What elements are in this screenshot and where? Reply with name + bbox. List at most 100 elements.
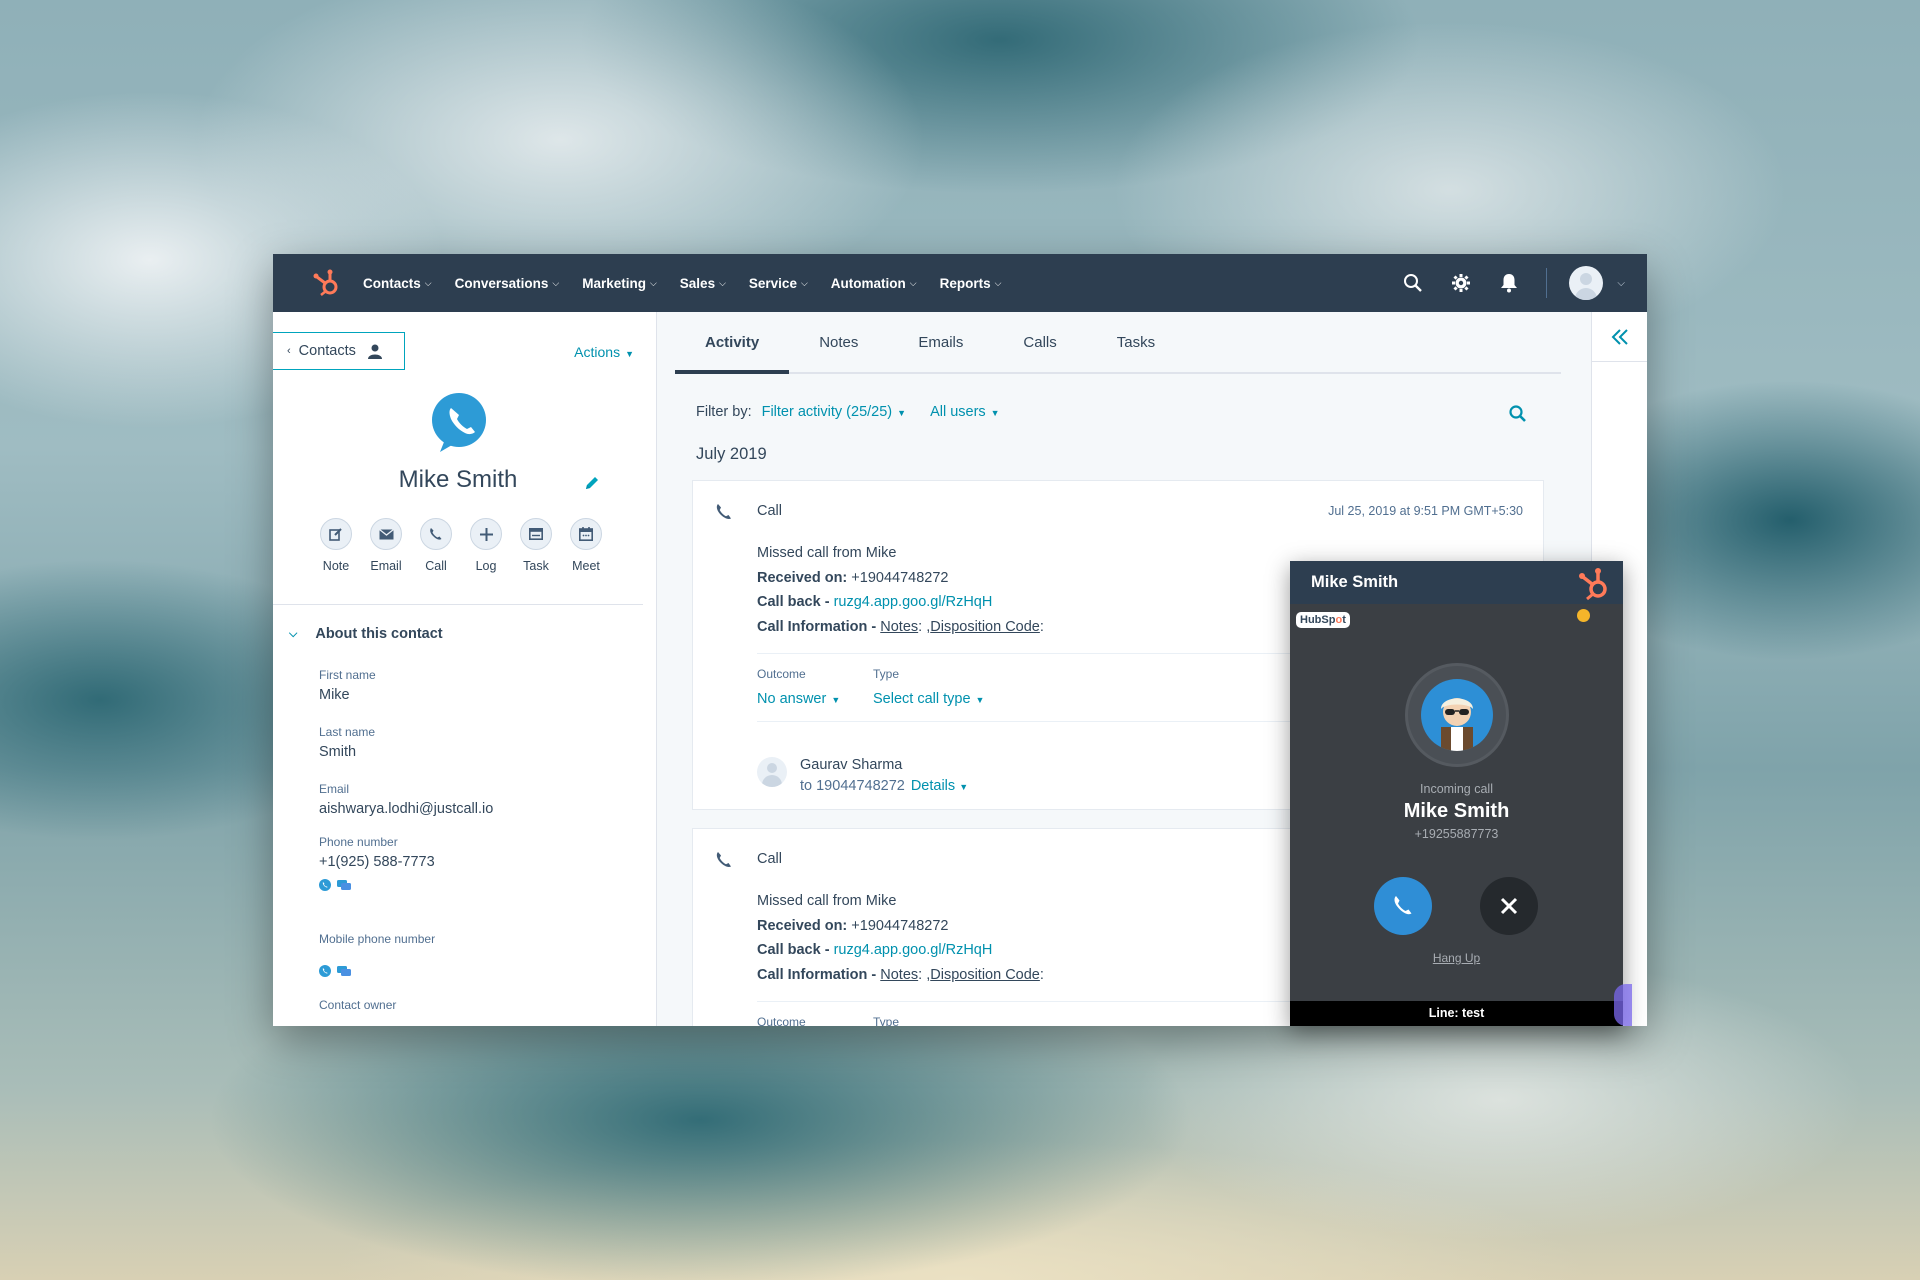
contact-owner-property[interactable]: Contact owner bbox=[319, 998, 396, 1012]
tab-tasks[interactable]: Tasks bbox=[1087, 312, 1185, 372]
task-action-button[interactable]: Task bbox=[511, 518, 561, 573]
received-on-value: +19044748272 bbox=[851, 917, 949, 934]
call-action-button[interactable]: Call bbox=[411, 518, 461, 573]
actions-dropdown[interactable]: Actions ▼ bbox=[574, 344, 634, 360]
log-action-button[interactable]: Log bbox=[461, 518, 511, 573]
nav-marketing[interactable]: Marketing ⌵ bbox=[582, 276, 657, 291]
missed-call-text: Missed call from Mike bbox=[757, 893, 897, 909]
meet-action-button[interactable]: Meet bbox=[561, 518, 611, 573]
nav-reports[interactable]: Reports ⌵ bbox=[940, 276, 1002, 291]
month-heading: July 2019 bbox=[696, 445, 767, 463]
nav-contacts-label: Contacts bbox=[363, 275, 421, 291]
sms-integration-icon[interactable] bbox=[337, 878, 351, 890]
tab-calls[interactable]: Calls bbox=[993, 312, 1086, 372]
mobile-phone-label: Mobile phone number bbox=[319, 932, 436, 946]
pencil-icon[interactable] bbox=[583, 474, 601, 492]
outcome-label: Outcome bbox=[757, 667, 806, 681]
sms-integration-icon[interactable] bbox=[337, 964, 351, 976]
call-integration-icon[interactable] bbox=[319, 964, 331, 977]
activity-type: Call bbox=[757, 503, 782, 519]
nav-marketing-label: Marketing bbox=[582, 275, 646, 291]
task-action-label: Task bbox=[523, 559, 549, 573]
collapse-sidebar-button[interactable] bbox=[1592, 312, 1647, 362]
outcome-dropdown[interactable]: No answer ▼ bbox=[757, 691, 840, 707]
call-back-link[interactable]: ruzg4.app.goo.gl/RzHqH bbox=[834, 942, 993, 958]
badge-prefix: HubSp bbox=[1300, 614, 1336, 626]
chat-widget-edge[interactable] bbox=[1614, 984, 1632, 1026]
tab-activity[interactable]: Activity bbox=[675, 312, 790, 374]
about-contact-toggle[interactable]: ⌵ About this contact bbox=[289, 626, 443, 642]
call-recipient: to 19044748272 bbox=[800, 778, 905, 794]
nav-automation[interactable]: Automation ⌵ bbox=[831, 276, 917, 291]
caret-down-icon: ▼ bbox=[831, 695, 841, 705]
answer-call-button[interactable] bbox=[1374, 877, 1432, 935]
nav-sales[interactable]: Sales ⌵ bbox=[680, 276, 726, 291]
phone-label: Phone number bbox=[319, 835, 398, 849]
nav-automation-label: Automation bbox=[830, 275, 906, 291]
double-chevron-left-icon bbox=[1611, 328, 1628, 345]
received-on-line: Received on: +19044748272 bbox=[757, 914, 1044, 939]
notes-link[interactable]: Notes bbox=[880, 619, 918, 635]
email-value: aishwarya.lodhi@justcall.io bbox=[319, 801, 494, 817]
filter-activity-dropdown[interactable]: Filter activity (25/25) ▼ bbox=[762, 404, 906, 420]
email-action-button[interactable]: Email bbox=[361, 518, 411, 573]
phone-icon bbox=[1394, 896, 1412, 915]
disposition-code-link[interactable]: Disposition Code bbox=[930, 619, 1040, 635]
caller-avatar-icon bbox=[1441, 698, 1473, 751]
nav-service-label: Service bbox=[748, 275, 797, 291]
call-back-link[interactable]: ruzg4.app.goo.gl/RzHqH bbox=[834, 594, 993, 610]
search-icon[interactable] bbox=[1508, 404, 1528, 424]
line-status-bar: Line: test bbox=[1290, 1001, 1623, 1026]
nav-reports-label: Reports bbox=[939, 275, 991, 291]
call-info-line: Call Information - Notes: ,Disposition C… bbox=[757, 963, 1044, 988]
received-on-label: Received on: bbox=[757, 917, 848, 934]
decline-call-button[interactable] bbox=[1480, 877, 1538, 935]
call-back-line: Call back - ruzg4.app.goo.gl/RzHqH bbox=[757, 590, 1044, 615]
first-name-property[interactable]: First name Mike bbox=[319, 668, 376, 703]
hang-up-link[interactable]: Hang Up bbox=[1290, 951, 1623, 965]
nav-divider bbox=[1546, 268, 1548, 298]
hubspot-badge: HubSpot bbox=[1296, 612, 1350, 628]
received-on-line: Received on: +19044748272 bbox=[757, 566, 1044, 591]
tab-emails[interactable]: Emails bbox=[888, 312, 993, 372]
details-label: Details bbox=[910, 778, 956, 794]
disposition-code-link[interactable]: Disposition Code bbox=[930, 967, 1040, 983]
call-back-label: Call back - bbox=[757, 942, 830, 958]
nav-conversations[interactable]: Conversations ⌵ bbox=[455, 276, 560, 291]
call-type-dropdown[interactable]: Select call type ▼ bbox=[873, 691, 984, 707]
gear-icon[interactable] bbox=[1450, 272, 1472, 294]
mobile-phone-property[interactable]: Mobile phone number bbox=[319, 932, 436, 977]
nav-service[interactable]: Service ⌵ bbox=[749, 276, 808, 291]
note-action-button[interactable]: Note bbox=[311, 518, 361, 573]
contact-avatar-phone-icon bbox=[432, 393, 486, 452]
chevron-down-icon[interactable]: ⌵ bbox=[1617, 278, 1625, 289]
caret-down-icon: ▼ bbox=[959, 782, 969, 792]
call-details: Missed call from Mike Received on: +1904… bbox=[757, 889, 1044, 987]
notes-link[interactable]: Notes bbox=[880, 967, 918, 983]
caller-avatar-image bbox=[1421, 679, 1493, 751]
user-avatar[interactable] bbox=[1569, 266, 1604, 300]
email-property[interactable]: Email aishwarya.lodhi@justcall.io bbox=[319, 782, 493, 817]
dialer-header-name: Mike Smith bbox=[1311, 573, 1399, 591]
dialer-header: Mike Smith bbox=[1290, 561, 1623, 604]
phone-property[interactable]: Phone number +1(925) 588-7773 bbox=[319, 835, 435, 891]
last-name-value: Smith bbox=[319, 744, 357, 760]
filter-label: Filter by: bbox=[696, 404, 752, 420]
chevron-down-icon: ⌵ bbox=[424, 277, 432, 288]
hubspot-logo-icon[interactable] bbox=[311, 268, 341, 298]
nav-sales-label: Sales bbox=[679, 275, 716, 291]
last-name-property[interactable]: Last name Smith bbox=[319, 725, 375, 760]
call-type-value: Select call type bbox=[873, 691, 971, 707]
search-icon[interactable] bbox=[1402, 272, 1424, 294]
bell-icon[interactable] bbox=[1498, 272, 1520, 294]
activity-tabs: Activity Notes Emails Calls Tasks bbox=[675, 312, 1561, 374]
all-users-dropdown[interactable]: All users ▼ bbox=[930, 404, 1000, 420]
chevron-left-icon: ‹ bbox=[287, 345, 291, 357]
details-dropdown[interactable]: Details ▼ bbox=[911, 778, 968, 794]
phone-icon bbox=[716, 852, 731, 867]
back-to-contacts-button[interactable]: ‹ Contacts bbox=[273, 332, 405, 370]
outcome-value: No answer bbox=[757, 691, 827, 707]
call-integration-icon[interactable] bbox=[319, 878, 331, 891]
nav-contacts[interactable]: Contacts ⌵ bbox=[363, 276, 432, 291]
tab-notes[interactable]: Notes bbox=[789, 312, 888, 372]
